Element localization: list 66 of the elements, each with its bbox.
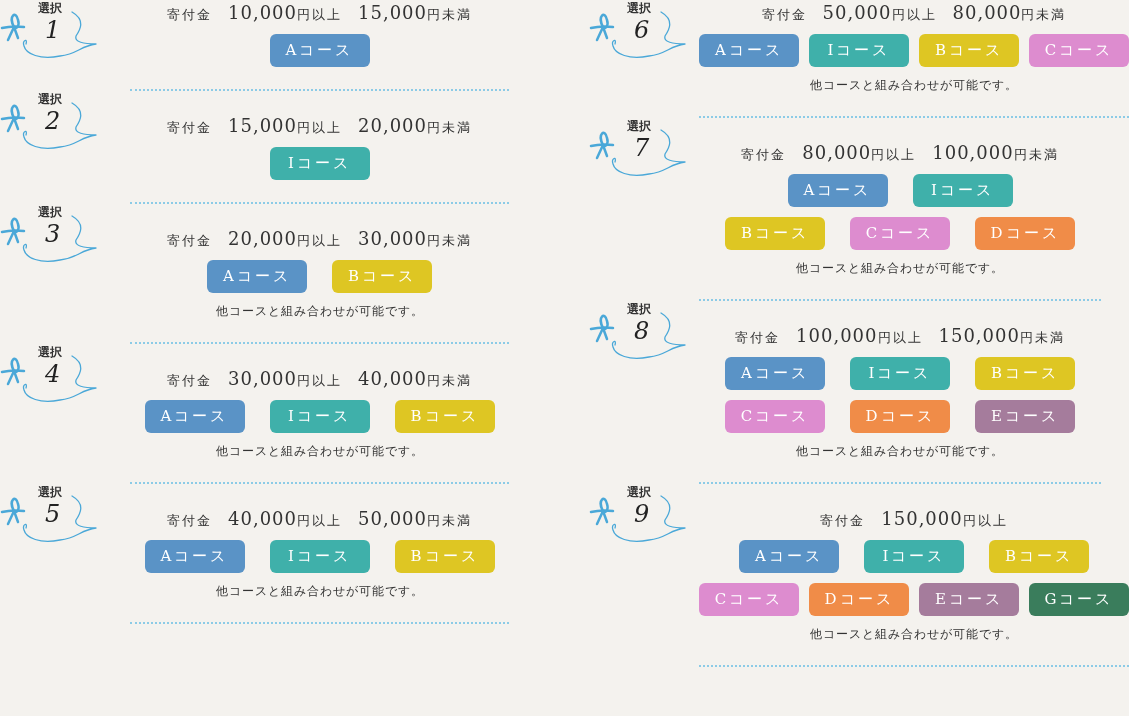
course-tag[interactable]: Aコース bbox=[699, 34, 799, 67]
course-tag[interactable]: Cコース bbox=[725, 400, 825, 433]
donation-range: 寄付金 15,000 円以上 20,000 円未満 bbox=[167, 115, 472, 137]
select-label: 選択 bbox=[38, 0, 62, 17]
course-tag[interactable]: Aコース bbox=[787, 174, 888, 207]
course-tag[interactable]: Dコース bbox=[975, 217, 1075, 250]
donation-range: 寄付金 20,000 円以上 30,000 円未満 bbox=[167, 228, 472, 250]
combination-note: 他コースと組み合わせが可能です。 bbox=[215, 583, 424, 600]
donation-range: 寄付金 150,000 円以上 bbox=[820, 508, 1008, 530]
course-tag[interactable]: Eコース bbox=[919, 583, 1019, 616]
option-number: 5 bbox=[45, 500, 61, 528]
option-number: 6 bbox=[634, 16, 650, 44]
select-label: 選択 bbox=[627, 0, 651, 17]
course-tag[interactable]: Aコース bbox=[269, 34, 370, 67]
course-tag[interactable]: Aコース bbox=[144, 400, 245, 433]
course-tag[interactable]: Gコース bbox=[1029, 583, 1129, 616]
combination-note: 他コースと組み合わせが可能です。 bbox=[810, 77, 1018, 94]
course-tag[interactable]: Cコース bbox=[1029, 34, 1129, 67]
course-tag[interactable]: Iコース bbox=[864, 540, 964, 573]
option-number: 1 bbox=[45, 16, 61, 44]
course-tag[interactable]: Iコース bbox=[809, 34, 909, 67]
course-tag[interactable]: Bコース bbox=[989, 540, 1089, 573]
course-tag[interactable]: Bコース bbox=[332, 260, 432, 293]
select-label: 選択 bbox=[38, 91, 62, 108]
donation-range: 寄付金 30,000 円以上 40,000 円未満 bbox=[167, 368, 472, 390]
course-tag[interactable]: Iコース bbox=[850, 357, 950, 390]
course-tag[interactable]: Dコース bbox=[809, 583, 909, 616]
course-tag[interactable]: Iコース bbox=[269, 540, 370, 573]
donation-range: 寄付金 40,000 円以上 50,000 円未満 bbox=[167, 508, 472, 530]
select-label: 選択 bbox=[627, 301, 651, 318]
combination-note: 他コースと組み合わせが可能です。 bbox=[215, 443, 424, 460]
course-tag[interactable]: Iコース bbox=[269, 400, 370, 433]
course-tag[interactable]: Bコース bbox=[394, 540, 495, 573]
course-tag[interactable]: Iコース bbox=[269, 147, 370, 180]
course-tag[interactable]: Eコース bbox=[975, 400, 1075, 433]
course-tag[interactable]: Aコース bbox=[144, 540, 245, 573]
select-label: 選択 bbox=[38, 484, 62, 501]
donation-range: 寄付金 10,000 円以上 15,000 円未満 bbox=[167, 2, 472, 24]
combination-note: 他コースと組み合わせが可能です。 bbox=[215, 303, 424, 320]
course-tag[interactable]: Aコース bbox=[739, 540, 839, 573]
donation-range: 寄付金 50,000 円以上 80,000円未満 bbox=[761, 2, 1067, 24]
combination-note: 他コースと組み合わせが可能です。 bbox=[810, 626, 1018, 643]
course-tag[interactable]: Aコース bbox=[207, 260, 307, 293]
combination-note: 他コースと組み合わせが可能です。 bbox=[796, 260, 1004, 277]
option-number: 2 bbox=[45, 107, 61, 135]
course-tag[interactable]: Aコース bbox=[725, 357, 825, 390]
select-label: 選択 bbox=[38, 344, 62, 361]
course-tag[interactable]: Iコース bbox=[912, 174, 1013, 207]
option-number: 4 bbox=[45, 360, 61, 388]
course-tag[interactable]: Bコース bbox=[725, 217, 825, 250]
option-number: 3 bbox=[45, 220, 61, 248]
donation-range: 寄付金 100,000 円以上 150,000 円未満 bbox=[735, 325, 1065, 347]
option-number: 8 bbox=[634, 317, 650, 345]
course-tag[interactable]: Bコース bbox=[919, 34, 1019, 67]
option-number: 9 bbox=[634, 500, 650, 528]
course-tag[interactable]: Dコース bbox=[850, 400, 950, 433]
course-tag[interactable]: Bコース bbox=[394, 400, 495, 433]
course-tag[interactable]: Cコース bbox=[699, 583, 799, 616]
option-number: 7 bbox=[634, 134, 650, 162]
course-tag[interactable]: Cコース bbox=[850, 217, 950, 250]
select-label: 選択 bbox=[627, 484, 651, 501]
select-label: 選択 bbox=[38, 204, 62, 221]
donation-range: 寄付金 80,000 円以上 100,000 円未満 bbox=[741, 142, 1059, 164]
course-tag[interactable]: Bコース bbox=[975, 357, 1075, 390]
select-label: 選択 bbox=[627, 118, 651, 135]
combination-note: 他コースと組み合わせが可能です。 bbox=[796, 443, 1004, 460]
